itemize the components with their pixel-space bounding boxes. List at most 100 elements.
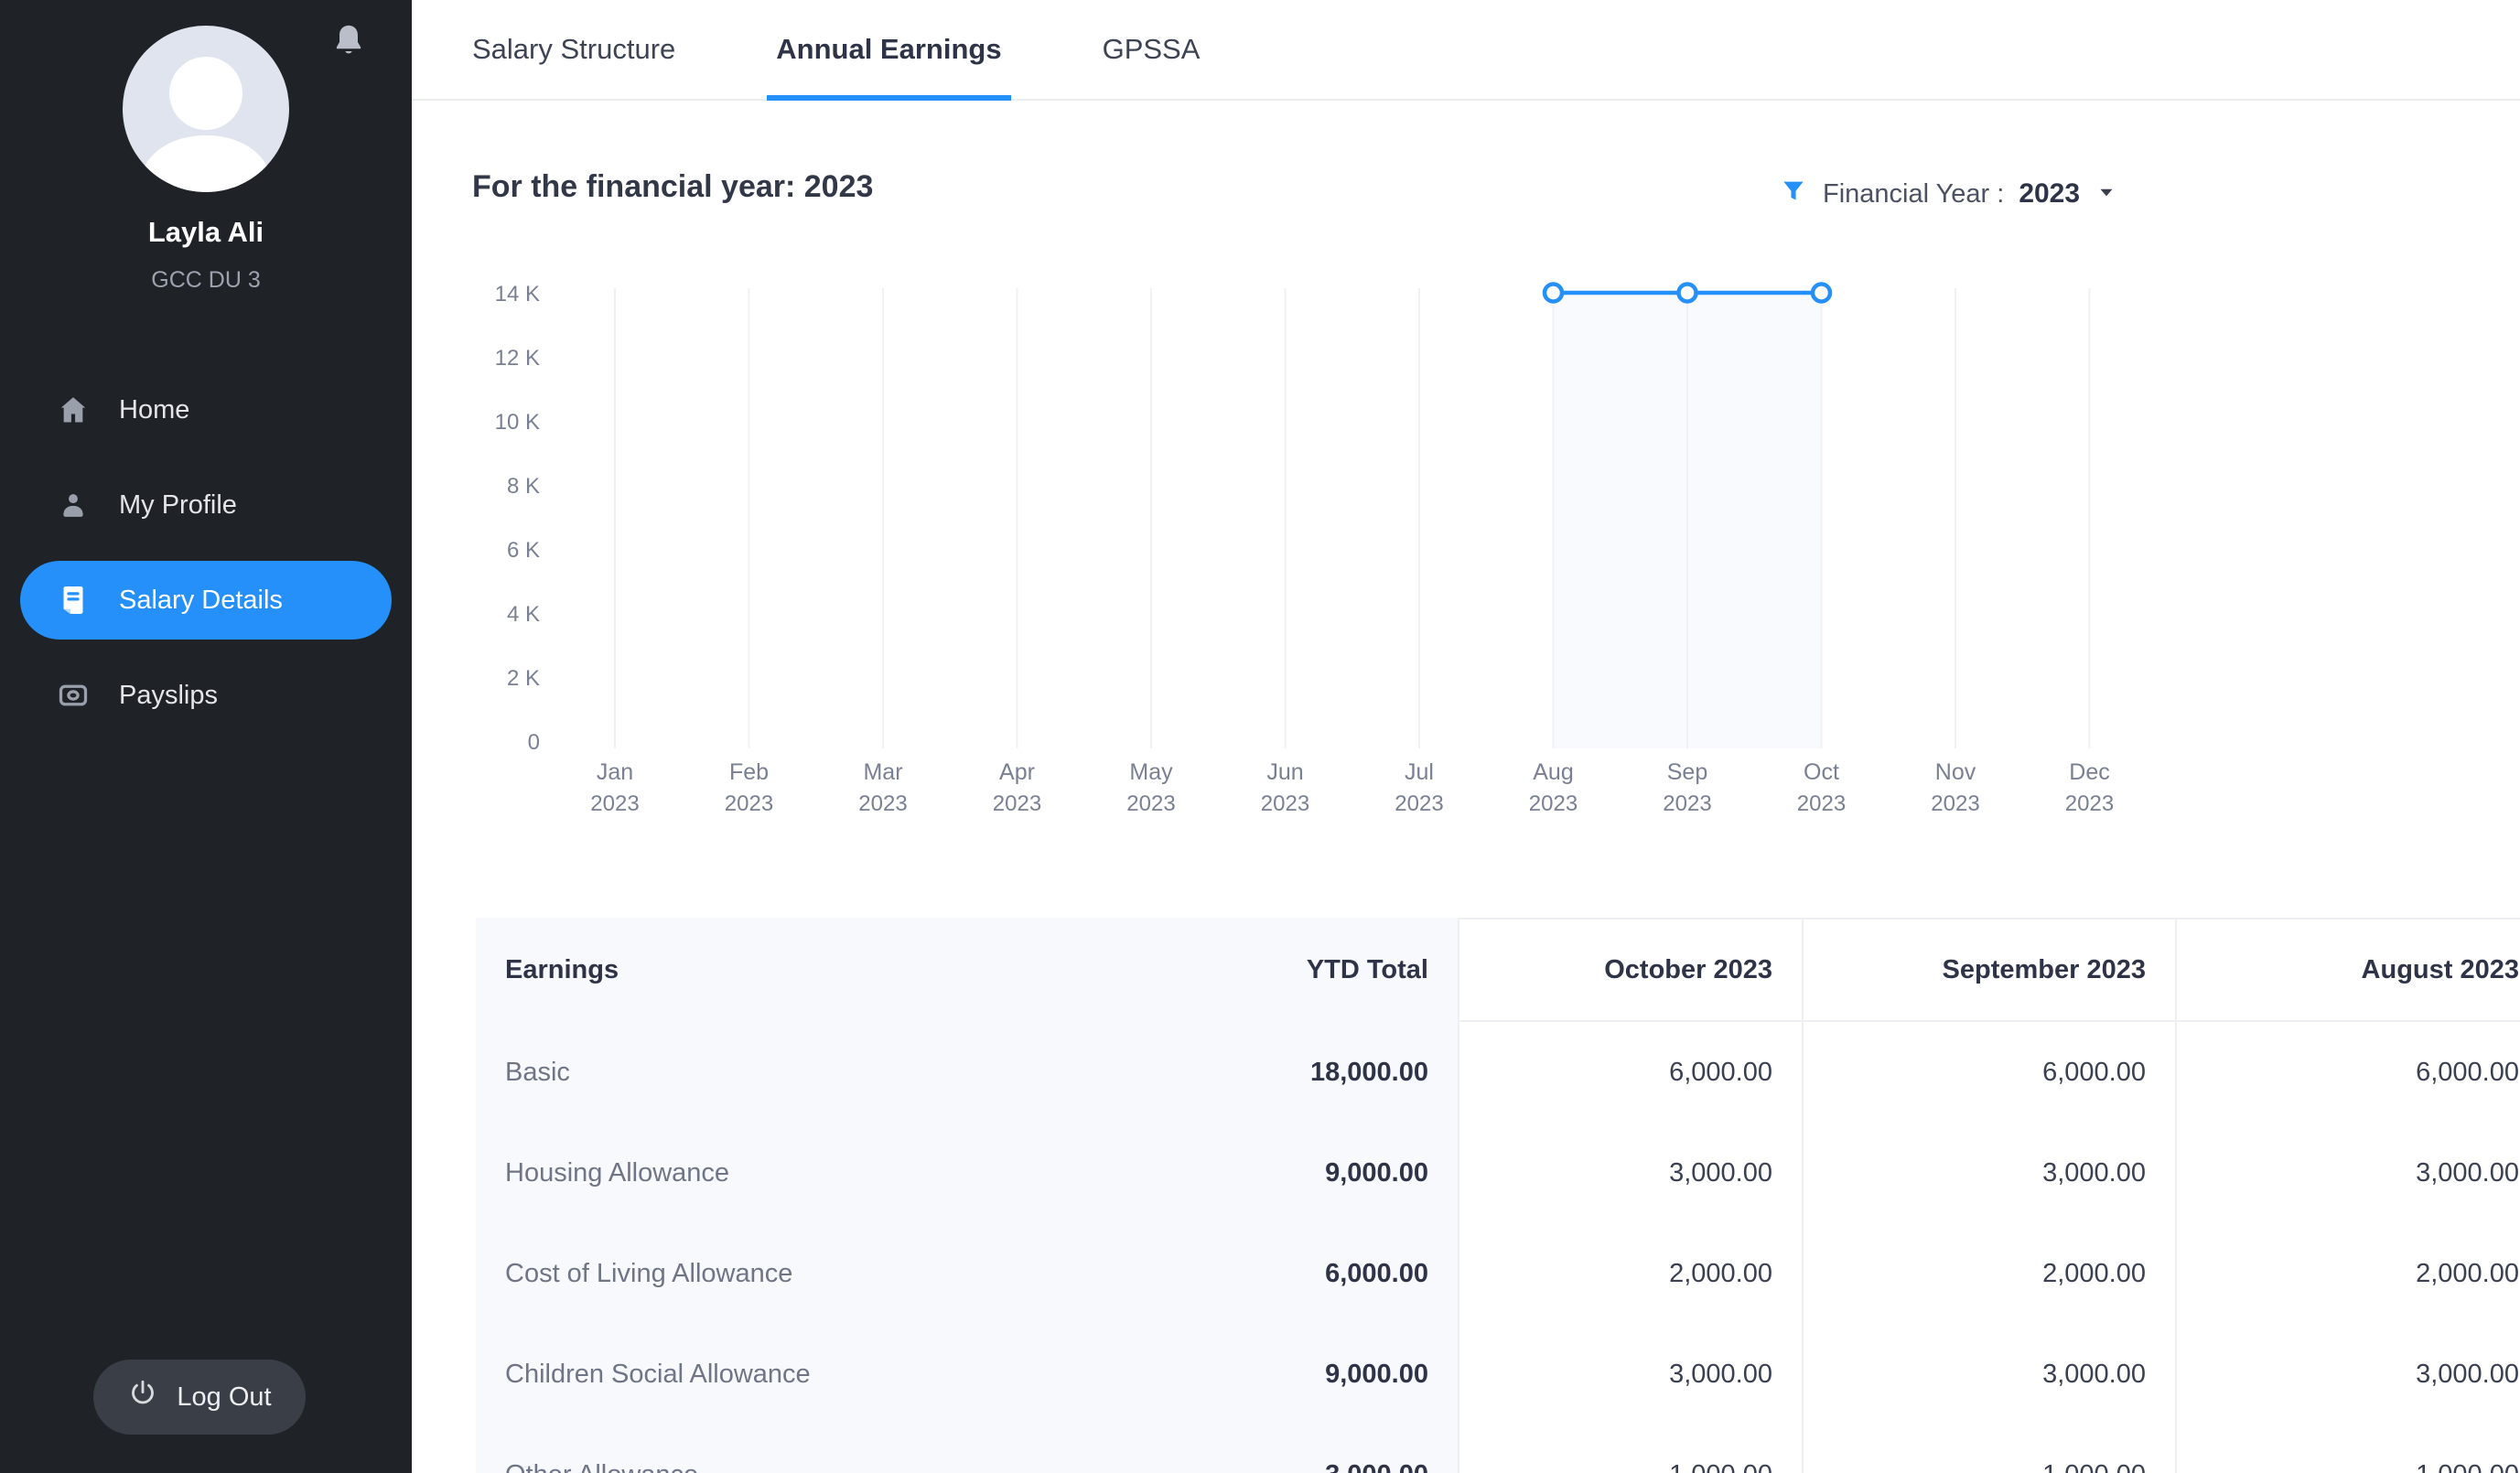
sidebar-item-home[interactable]: Home (20, 371, 392, 449)
svg-text:Apr: Apr (999, 759, 1035, 785)
svg-text:Sep: Sep (1667, 759, 1707, 785)
power-icon (127, 1378, 158, 1416)
svg-text:2 K: 2 K (507, 666, 540, 691)
table-cell-month-value: 3,000.00 (1802, 1123, 2175, 1223)
table-cell-month-value: 2,000.00 (1458, 1223, 1802, 1324)
table-cell-month-value: 3,000.00 (1802, 1324, 2175, 1425)
svg-text:2023: 2023 (2065, 791, 2114, 816)
svg-text:2023: 2023 (1931, 791, 1979, 816)
table-cell-month-value: 3,000.00 (1458, 1324, 1802, 1425)
tabs-bar: Salary Structure Annual Earnings GPSSA (412, 0, 2520, 101)
logout-label: Log Out (177, 1382, 271, 1413)
table-row-label: Basic (476, 1022, 988, 1123)
tab-salary-structure[interactable]: Salary Structure (472, 0, 675, 99)
chart-gridlines (615, 288, 2090, 748)
table-row-label: Cost of Living Allowance (476, 1223, 988, 1324)
svg-text:8 K: 8 K (507, 474, 540, 499)
table-cell-ytd: 9,000.00 (988, 1123, 1458, 1223)
table-cell-month-value: 1,000.00 (1458, 1425, 1802, 1473)
table-header-month: September 2023 (1802, 918, 2175, 1022)
table-cell-ytd: 6,000.00 (988, 1223, 1458, 1324)
svg-text:2023: 2023 (993, 791, 1041, 816)
table-cell-ytd: 9,000.00 (988, 1324, 1458, 1425)
svg-text:May: May (1129, 759, 1173, 785)
table-cell-month-value: 3,000.00 (2175, 1123, 2520, 1223)
annual-earnings-chart: 0 2 K 4 K 6 K 8 K 10 K 12 K 14 K Jan 2023 Feb 2023 M… (412, 256, 2520, 860)
svg-text:Oct: Oct (1804, 759, 1839, 785)
avatar (123, 26, 289, 192)
table-cell-month-value: 3,000.00 (1458, 1123, 1802, 1223)
svg-text:Jan: Jan (597, 759, 633, 785)
sidebar-item-label: Home (119, 395, 189, 425)
svg-text:2023: 2023 (1261, 791, 1309, 816)
sidebar-item-salary-details[interactable]: Salary Details (20, 561, 392, 640)
user-name: Layla Ali (0, 216, 412, 249)
table-cell-month-value: 6,000.00 (2175, 1022, 2520, 1123)
svg-text:2023: 2023 (1395, 791, 1443, 816)
banknote-icon (57, 679, 90, 712)
table-cell-ytd: 3,000.00 (988, 1425, 1458, 1473)
svg-text:Jun: Jun (1266, 759, 1303, 785)
svg-text:2023: 2023 (1797, 791, 1846, 816)
main-content: Salary Structure Annual Earnings GPSSA F… (412, 0, 2520, 1473)
svg-text:0: 0 (528, 730, 540, 755)
table-header-earnings: Earnings (476, 918, 988, 1022)
table-cell-month-value: 6,000.00 (1458, 1022, 1802, 1123)
svg-text:Jul: Jul (1405, 759, 1434, 785)
filter-value: 2023 (2019, 178, 2080, 210)
sidebar-item-label: Payslips (119, 681, 218, 711)
filter-funnel-icon (1779, 177, 1808, 211)
table-cell-month-value: 1,000.00 (2175, 1425, 2520, 1473)
table-row-label: Other Allowance (476, 1425, 988, 1473)
filter-label: Financial Year : (1823, 179, 2004, 210)
table-header-month: October 2023 (1458, 918, 1802, 1022)
svg-text:14 K: 14 K (495, 282, 540, 306)
svg-text:10 K: 10 K (495, 410, 540, 435)
svg-text:Dec: Dec (2069, 759, 2109, 785)
svg-text:2023: 2023 (1663, 791, 1711, 816)
table-cell-month-value: 2,000.00 (2175, 1223, 2520, 1324)
table-header-month: August 2023 (2175, 918, 2520, 1022)
sidebar-item-label: Salary Details (119, 586, 283, 616)
svg-text:2023: 2023 (1529, 791, 1578, 816)
sidebar-item-label: My Profile (119, 490, 237, 521)
sidebar: Layla Ali GCC DU 3 Home My Profile (0, 0, 412, 1473)
tab-annual-earnings[interactable]: Annual Earnings (776, 0, 1001, 99)
svg-text:2023: 2023 (858, 791, 907, 816)
notification-bell-icon[interactable] (329, 20, 368, 62)
home-icon (57, 393, 90, 426)
chart-y-axis-labels: 0 2 K 4 K 6 K 8 K 10 K 12 K 14 K (495, 282, 540, 755)
table-cell-month-value: 2,000.00 (1802, 1223, 2175, 1324)
svg-text:Mar: Mar (863, 759, 902, 785)
financial-year-dropdown[interactable]: Financial Year : 2023 (1779, 172, 2118, 216)
svg-text:2023: 2023 (1126, 791, 1175, 816)
table-row-label: Housing Allowance (476, 1123, 988, 1223)
earnings-table: EarningsYTD TotalOctober 2023September 2… (476, 918, 2520, 1473)
page-title: For the financial year: 2023 (472, 169, 873, 205)
table-row-label: Children Social Allowance (476, 1324, 988, 1425)
svg-text:4 K: 4 K (507, 602, 540, 627)
chevron-down-icon (2095, 180, 2118, 209)
svg-text:Feb: Feb (729, 759, 769, 785)
table-cell-ytd: 18,000.00 (988, 1022, 1458, 1123)
tab-gpssa[interactable]: GPSSA (1103, 0, 1201, 99)
svg-text:6 K: 6 K (507, 538, 540, 563)
user-subtitle: GCC DU 3 (0, 267, 412, 294)
table-header-ytd-total: YTD Total (988, 918, 1458, 1022)
earnings-table-wrap: EarningsYTD TotalOctober 2023September 2… (476, 918, 2520, 1473)
document-icon (57, 584, 90, 617)
svg-text:Nov: Nov (1935, 759, 1976, 785)
svg-text:2023: 2023 (590, 791, 639, 816)
table-cell-month-value: 3,000.00 (2175, 1324, 2520, 1425)
sidebar-nav: Home My Profile Salary Details (0, 371, 412, 751)
table-cell-month-value: 6,000.00 (1802, 1022, 2175, 1123)
sidebar-item-my-profile[interactable]: My Profile (20, 466, 392, 544)
svg-text:2023: 2023 (725, 791, 773, 816)
sidebar-item-payslips[interactable]: Payslips (20, 656, 392, 735)
logout-button[interactable]: Log Out (93, 1360, 306, 1435)
chart-x-axis-labels: Jan 2023 Feb 2023 Mar 2023 Apr 2023 May 2023 Jun 20… (590, 759, 2114, 816)
table-cell-month-value: 1,000.00 (1802, 1425, 2175, 1473)
svg-text:Aug: Aug (1533, 759, 1573, 785)
svg-text:12 K: 12 K (495, 346, 540, 371)
user-icon (57, 489, 90, 521)
